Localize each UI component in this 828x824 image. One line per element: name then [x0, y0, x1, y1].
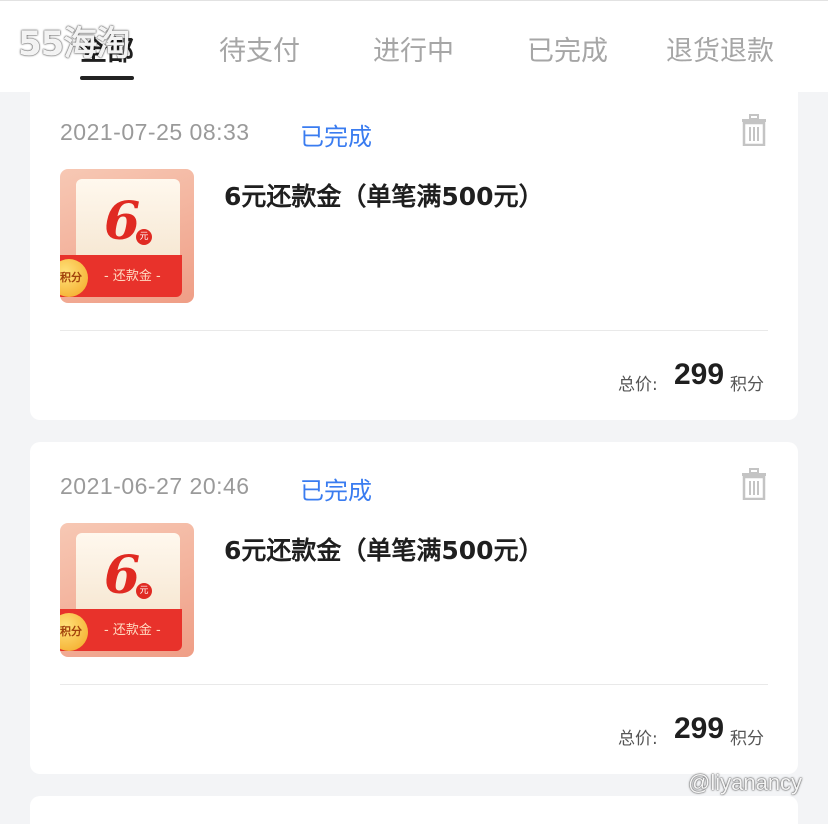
order-status: 已完成	[300, 123, 372, 151]
tab-completed[interactable]: 已完成	[527, 29, 608, 73]
total-unit: 积分	[730, 729, 764, 749]
voucher-currency: 元	[136, 229, 152, 245]
product-title[interactable]: 6元还款金（单笔满500元）	[224, 531, 544, 567]
coin-label: 积分	[60, 271, 82, 284]
total-label: 总价:	[618, 375, 658, 395]
tab-label: 进行中	[373, 36, 454, 67]
order-card-partial[interactable]	[30, 796, 798, 824]
card-divider	[60, 330, 768, 331]
coin-label: 积分	[60, 625, 82, 638]
total-label: 总价:	[618, 729, 658, 749]
product-title[interactable]: 6元还款金（单笔满500元）	[224, 177, 544, 213]
voucher-amount: 6	[104, 545, 141, 606]
watermark-handle: @liyanancy	[688, 770, 803, 795]
order-card[interactable]: 2021-07-25 08:33 已完成 6 元 - 还款金 - 积分 6元还款…	[30, 92, 798, 420]
voucher-label: - 还款金 -	[104, 623, 161, 638]
voucher-amount: 6	[104, 191, 141, 252]
tab-label: 退货退款	[666, 36, 774, 67]
tab-refunds[interactable]: 退货退款	[666, 29, 774, 73]
tab-pending-payment[interactable]: 待支付	[219, 29, 300, 73]
tab-in-progress[interactable]: 进行中	[373, 29, 454, 73]
product-thumbnail[interactable]: 6 元 - 还款金 - 积分	[60, 523, 194, 657]
voucher-label: - 还款金 -	[104, 269, 161, 284]
total-value: 299	[674, 358, 725, 391]
order-datetime: 2021-06-27 20:46	[60, 473, 250, 499]
order-card[interactable]: 2021-06-27 20:46 已完成 6 元 - 还款金 - 积分 6元还款…	[30, 442, 798, 774]
card-divider	[60, 684, 768, 685]
voucher-currency: 元	[136, 583, 152, 599]
total-value: 299	[674, 712, 725, 745]
trash-icon[interactable]	[740, 114, 768, 147]
watermark-logo: 55海淘	[18, 24, 130, 64]
active-tab-indicator	[80, 76, 134, 80]
tab-label: 待支付	[219, 36, 300, 67]
trash-icon[interactable]	[740, 468, 768, 501]
product-thumbnail[interactable]: 6 元 - 还款金 - 积分	[60, 169, 194, 303]
order-datetime: 2021-07-25 08:33	[60, 119, 250, 145]
tab-label: 已完成	[527, 36, 608, 67]
total-unit: 积分	[730, 375, 764, 395]
order-status: 已完成	[300, 477, 372, 505]
